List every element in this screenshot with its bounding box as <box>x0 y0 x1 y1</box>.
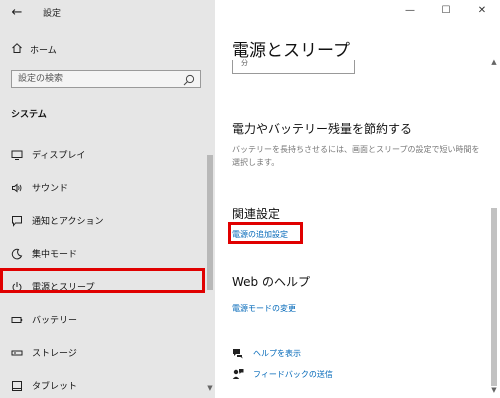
sidebar-item-sound[interactable]: サウンド <box>0 171 205 204</box>
selected-item-highlight <box>0 268 205 293</box>
link-highlight <box>228 222 303 244</box>
help-chat-icon <box>232 347 244 359</box>
moon-icon <box>10 247 24 261</box>
sidebar-item-label: ストレージ <box>32 349 77 359</box>
send-feedback-link[interactable]: フィードバックの送信 <box>253 369 333 380</box>
maximize-button[interactable]: ☐ <box>428 0 464 22</box>
notification-icon <box>10 214 24 228</box>
power-mode-change-link[interactable]: 電源モードの変更 <box>232 303 296 314</box>
app-title: 設定 <box>43 9 62 19</box>
battery-section-heading: 電力やバッテリー残量を節約する <box>232 122 413 136</box>
sidebar-item-focus-mode[interactable]: 集中モード <box>0 237 205 270</box>
sidebar-item-label: 集中モード <box>32 250 78 260</box>
sidebar-item-label: サウンド <box>32 184 69 194</box>
sidebar: ← 設定 ホーム システム ディスプレイ サウンド <box>0 0 215 398</box>
home-icon <box>10 42 24 57</box>
main-scroll-thumb[interactable] <box>491 208 497 386</box>
sidebar-item-label: タブレット <box>32 382 78 392</box>
sidebar-item-storage[interactable]: ストレージ <box>0 336 205 369</box>
web-help-heading: Web のヘルプ <box>232 275 310 289</box>
sidebar-item-tablet[interactable]: タブレット <box>0 369 205 398</box>
tablet-icon <box>10 379 24 393</box>
send-feedback-row[interactable]: フィードバックの送信 <box>232 368 333 380</box>
main-content: — ☐ ✕ 電源とスリープ 分 電力やバッテリー残量を節約する バッテリーを長持… <box>215 0 500 398</box>
main-scroll-up-arrow[interactable]: ▲ <box>488 58 500 66</box>
sidebar-item-battery[interactable]: バッテリー <box>0 303 205 336</box>
sidebar-item-label: バッテリー <box>32 316 78 326</box>
search-box[interactable] <box>11 70 201 88</box>
sidebar-item-label: 通知とアクション <box>32 217 104 227</box>
main-scrollbar[interactable]: ▲ ▼ <box>488 58 500 398</box>
feedback-icon <box>232 368 244 380</box>
section-label-system: システム <box>11 110 47 120</box>
close-button[interactable]: ✕ <box>464 0 500 22</box>
title-bar-left: ← 設定 <box>0 0 215 26</box>
search-icon[interactable] <box>182 72 196 86</box>
get-help-row[interactable]: ヘルプを表示 <box>232 347 301 359</box>
related-settings-heading: 関連設定 <box>232 207 281 221</box>
sidebar-item-label: ディスプレイ <box>32 151 86 161</box>
search-input[interactable] <box>12 71 180 87</box>
main-scroll-down-arrow[interactable]: ▼ <box>488 386 500 394</box>
page-title: 電源とスリープ <box>232 41 350 61</box>
speaker-icon <box>10 181 24 195</box>
battery-icon <box>10 313 24 327</box>
sidebar-item-notifications[interactable]: 通知とアクション <box>0 204 205 237</box>
storage-icon <box>10 346 24 360</box>
dropdown-value: 分 <box>241 59 248 67</box>
minimize-button[interactable]: — <box>392 0 428 22</box>
sidebar-scroll-down-arrow[interactable]: ▼ <box>205 384 215 392</box>
back-button[interactable]: ← <box>8 4 26 22</box>
get-help-link[interactable]: ヘルプを表示 <box>253 348 301 359</box>
home-label: ホーム <box>30 45 57 56</box>
display-icon <box>10 148 24 162</box>
window-controls: — ☐ ✕ <box>392 0 500 22</box>
sleep-time-dropdown[interactable]: 分 <box>232 59 355 74</box>
home-nav-item[interactable]: ホーム <box>10 40 57 58</box>
sidebar-scroll-thumb[interactable] <box>207 155 213 290</box>
battery-section-description: バッテリーを長持ちさせるには、画面とスリープの設定で短い時間を選択します。 <box>232 145 480 167</box>
sidebar-item-display[interactable]: ディスプレイ <box>0 138 205 171</box>
sidebar-scrollbar[interactable]: ▼ <box>205 0 215 398</box>
